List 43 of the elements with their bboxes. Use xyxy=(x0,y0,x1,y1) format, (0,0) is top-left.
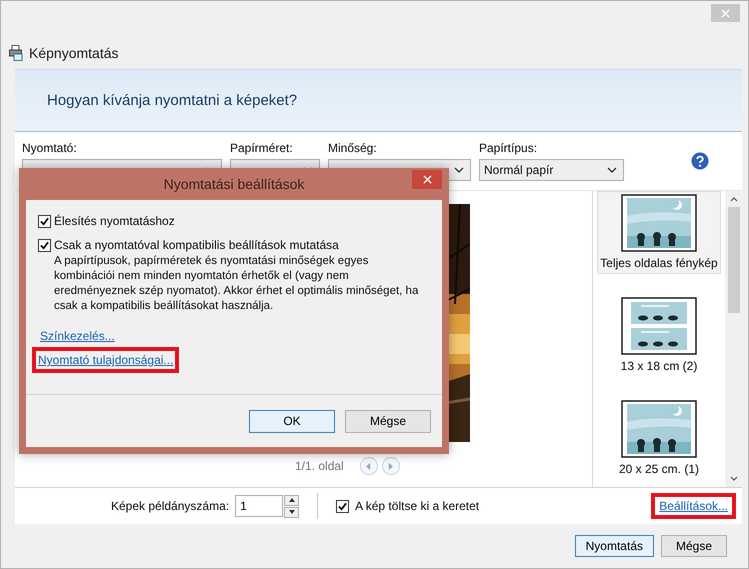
layout-option[interactable]: 13 x 18 cm (2) xyxy=(597,294,721,377)
dialog-button[interactable]: Nyomtatás xyxy=(574,535,654,557)
dialog-button[interactable]: Mégse xyxy=(661,535,727,557)
up-arrow-icon xyxy=(288,498,295,502)
layout-option[interactable]: 20 x 25 cm. (1) xyxy=(597,397,721,480)
copies-label: Képek példányszáma: xyxy=(111,499,230,513)
scrollbar-thumb[interactable] xyxy=(728,207,740,313)
window-title: Képnyomtatás xyxy=(29,45,118,61)
dialog-link[interactable]: Nyomtató tulajdonságai... xyxy=(38,353,174,367)
settings-link[interactable]: Beállítások... xyxy=(659,499,728,513)
layout-option[interactable]: Teljes oldalas fénykép xyxy=(597,191,721,274)
option-label: Nyomtató: xyxy=(22,141,78,155)
copies-field[interactable]: 1 xyxy=(235,495,284,517)
checkbox[interactable] xyxy=(336,500,350,512)
description-text: A papírtípusok, papírméretek és nyomtatási minőségek egyes kombinációi nem minden nyomtatón érhetők el (vagy nem eredményeznek szép nyomatot). Akkor érhet el optimális minőséget, ha csak a kompatibilis beállításokat használja. xyxy=(54,254,420,314)
left-arrow-icon xyxy=(365,462,372,470)
checkbox-label: Élesítés nyomtatáshoz xyxy=(54,214,175,228)
help-icon[interactable] xyxy=(691,152,709,170)
printer-icon xyxy=(9,45,23,61)
close-button[interactable] xyxy=(412,170,442,189)
increment-button[interactable] xyxy=(284,494,300,506)
dropdown[interactable]: Normál papír xyxy=(479,159,624,181)
option-label: Minőség: xyxy=(328,141,378,155)
chevron-icon xyxy=(454,167,464,173)
page-indicator: 1/1. oldal xyxy=(295,459,344,473)
dialog-button[interactable]: Mégse xyxy=(345,410,431,432)
close-icon xyxy=(721,8,730,18)
chevron-icon xyxy=(607,167,617,173)
dialog-link[interactable]: Színkezelés... xyxy=(40,329,115,343)
right-arrow-icon xyxy=(387,462,394,470)
scrollbar[interactable] xyxy=(725,191,742,487)
checkbox[interactable] xyxy=(38,239,51,252)
checkbox[interactable] xyxy=(38,215,51,228)
checkbox-label: Csak a nyomtatóval kompatibilis beállítások mutatása xyxy=(54,238,340,252)
option-label: Papírtípus: xyxy=(479,141,538,155)
decrement-button[interactable] xyxy=(284,506,300,518)
header-text: Hogyan kívánja nyomtatni a képeket? xyxy=(47,92,298,109)
down-arrow-icon xyxy=(288,510,295,514)
option-label: Papírméret: xyxy=(230,141,294,155)
close-icon xyxy=(422,175,432,184)
dialog-button[interactable]: OK xyxy=(249,410,335,432)
dialog-title: Nyomtatási beállítások xyxy=(164,176,304,192)
checkbox-label: A kép töltse ki a keretet xyxy=(355,499,480,513)
